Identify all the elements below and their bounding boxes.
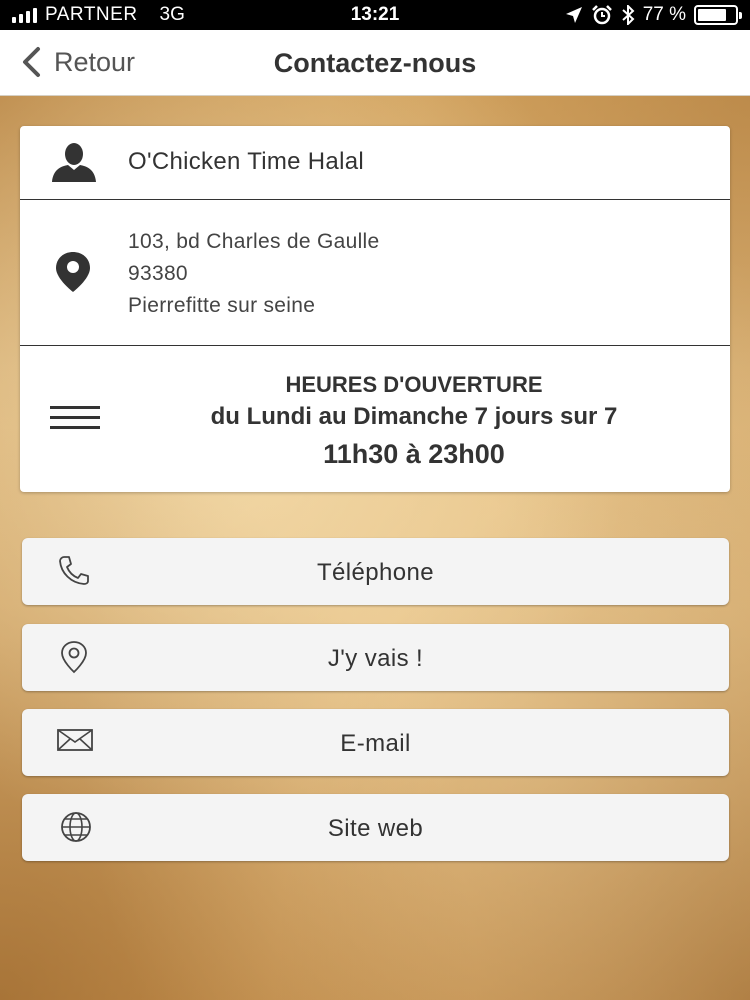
content-area: O'Chicken Time Halal 103, bd Charles de … (0, 96, 750, 1000)
alarm-icon (591, 5, 612, 25)
battery-percentage: 77 % (642, 4, 686, 25)
directions-button[interactable]: J'y vais ! (22, 624, 729, 691)
opening-hours-row: HEURES D'OUVERTURE du Lundi au Dimanche … (20, 346, 730, 492)
hours-days: du Lundi au Dimanche 7 jours sur 7 (210, 403, 618, 430)
email-button-label: E-mail (340, 730, 411, 757)
bluetooth-icon (622, 5, 635, 25)
email-button[interactable]: E-mail (22, 709, 729, 776)
website-button[interactable]: Site web (22, 794, 729, 861)
opening-hours: HEURES D'OUVERTURE du Lundi au Dimanche … (120, 370, 708, 474)
contact-info-card: O'Chicken Time Halal 103, bd Charles de … (20, 126, 730, 492)
hours-time: 11h30 à 23h00 (323, 439, 505, 469)
phone-button[interactable]: Téléphone (22, 538, 729, 605)
person-icon (52, 143, 96, 182)
phone-button-label: Téléphone (316, 559, 435, 586)
directions-button-label: J'y vais ! (327, 645, 424, 672)
business-name-row: O'Chicken Time Halal (20, 126, 730, 200)
address-city: Pierrefitte sur seine (128, 294, 316, 317)
page-title: Contactez-nous (273, 48, 477, 78)
navigation-bar: Retour Contactez-nous (0, 30, 750, 96)
business-name: O'Chicken Time Halal (128, 148, 364, 175)
hours-title: HEURES D'OUVERTURE (285, 372, 543, 397)
address-street: 103, bd Charles de Gaulle (128, 230, 380, 253)
map-marker-icon (56, 252, 90, 292)
battery-icon (694, 5, 742, 25)
menu-lines-icon (50, 406, 100, 429)
address: 103, bd Charles de Gaulle 93380 Pierrefi… (128, 226, 380, 322)
address-postcode: 93380 (128, 262, 188, 285)
status-bar: PARTNER 3G 13:21 77 % (0, 0, 750, 30)
address-row: 103, bd Charles de Gaulle 93380 Pierrefi… (20, 200, 730, 346)
location-arrow-icon (565, 7, 582, 23)
website-button-label: Site web (327, 815, 424, 842)
